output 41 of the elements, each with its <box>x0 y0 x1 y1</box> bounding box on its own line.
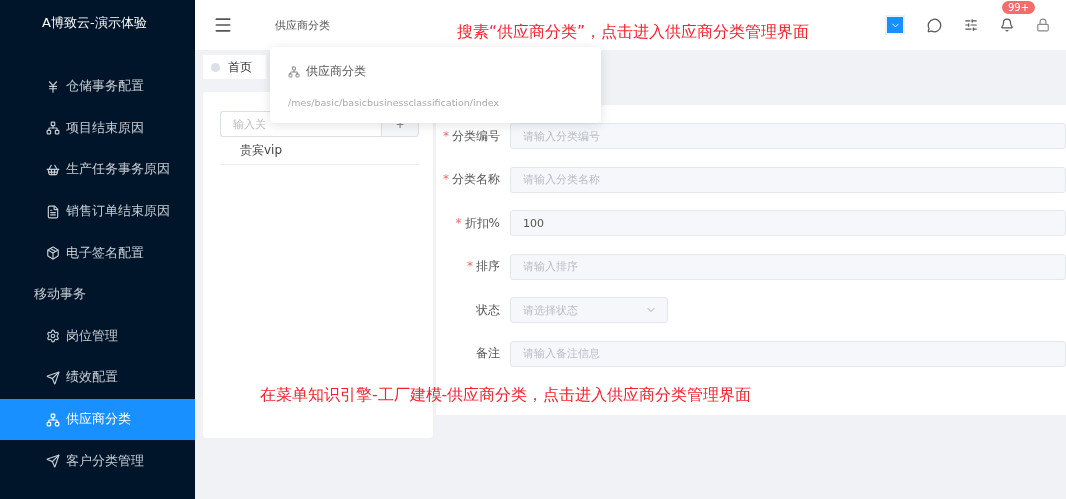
field-label: * 排序 <box>466 258 501 275</box>
input-field[interactable]: 100 <box>510 210 1066 236</box>
sidebar-item[interactable]: 电子签名配置 <box>0 232 195 274</box>
sidebar-item[interactable]: 移动事务 <box>0 273 195 316</box>
field-label: 状态 <box>475 301 501 319</box>
search-result[interactable]: 供应商分类 <box>288 63 583 80</box>
basket-icon <box>46 163 60 177</box>
hierarchy-icon <box>46 121 60 136</box>
paper-plane-icon <box>46 370 60 385</box>
sliders-icon[interactable] <box>964 18 978 32</box>
box-icon <box>46 246 60 261</box>
sidebar-item[interactable]: 岗位管理 <box>0 315 195 358</box>
document-icon <box>46 204 60 219</box>
app-title: A博致云-演示体验 <box>41 13 148 32</box>
sidebar-item[interactable]: 客户分类管理 <box>0 440 195 482</box>
yen-icon <box>46 79 60 94</box>
field-label: * 分类编号 <box>442 127 501 145</box>
field-label: 备注 <box>475 345 501 362</box>
field-label: * 折扣% <box>454 214 501 232</box>
sidebar-item[interactable]: 销售订单结束原因 <box>0 190 195 233</box>
bell-icon[interactable] <box>1000 18 1014 32</box>
sidebar-item[interactable]: 仓储事务配置 <box>0 66 195 108</box>
hierarchy-icon <box>288 65 300 78</box>
sidebar-item[interactable]: 绩效配置 <box>0 357 195 399</box>
hierarchy-icon <box>46 412 60 427</box>
route-path: /mes/basic/basicbusinessclassification/index <box>288 97 501 108</box>
sidebar-item[interactable]: 生产任务事务原因 <box>0 149 195 191</box>
annotation-text: 搜素“供应商分类”，点击进入供应商分类管理界面 <box>457 22 810 43</box>
search-text[interactable]: 供应商分类 <box>275 17 330 33</box>
chat-icon[interactable] <box>927 17 942 33</box>
field-label: * 分类名称 <box>442 171 501 188</box>
tab[interactable]: 首页 <box>203 55 266 79</box>
dropdown-icon[interactable] <box>885 15 905 35</box>
menu-icon[interactable] <box>213 15 233 35</box>
notification-badge: 99+ <box>1002 1 1036 14</box>
paper-plane-icon <box>46 454 60 469</box>
gear-icon <box>46 329 60 344</box>
tree-node[interactable]: 贵宾vip <box>220 137 419 165</box>
annotation-text: 在菜单知识引擎-工厂建模-供应商分类，点击进入供应商分类管理界面 <box>260 385 752 406</box>
lock-icon[interactable] <box>1036 18 1050 32</box>
sidebar-item[interactable]: 项目结束原因 <box>0 107 195 150</box>
